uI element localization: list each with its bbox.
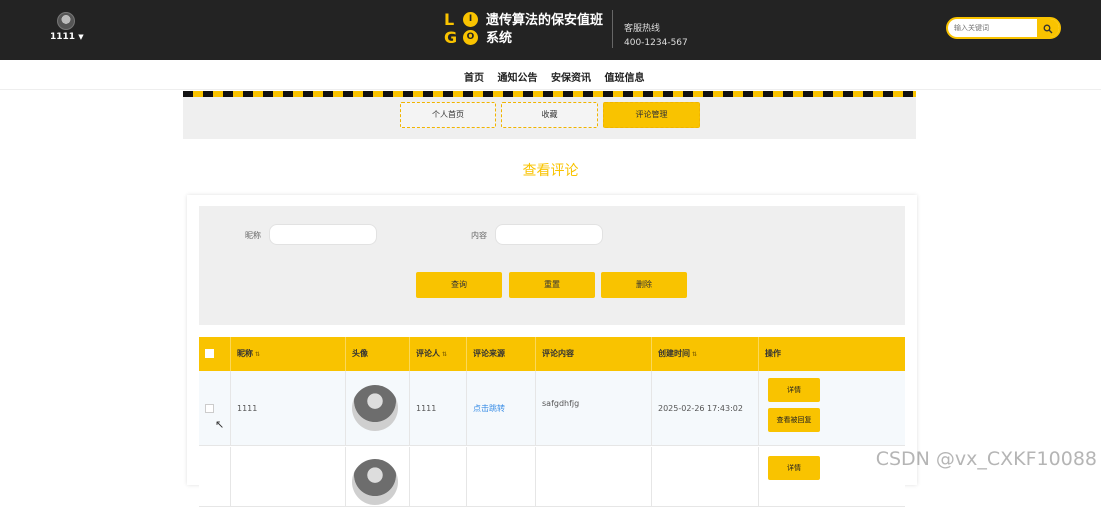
col-commenter[interactable]: 评论人⇅	[410, 337, 467, 371]
row-checkbox[interactable]	[205, 404, 214, 413]
main-nav: 首页 通知公告 安保资讯 值班信息	[0, 60, 1101, 90]
col-nickname-label: 昵称	[237, 349, 253, 358]
nickname-input[interactable]	[269, 224, 377, 245]
cell-content: safgdhfjg	[536, 371, 652, 445]
detail-button[interactable]: 详情	[768, 378, 820, 402]
tab-personal-home[interactable]: 个人首页	[400, 102, 496, 128]
logo-letter-o: O	[463, 30, 478, 45]
row-select-cell	[199, 371, 231, 445]
user-avatar[interactable]	[57, 12, 75, 30]
col-actions-label: 操作	[765, 349, 781, 358]
page-title: 查看评论	[0, 160, 1101, 180]
reset-button[interactable]: 重置	[509, 272, 595, 298]
tab-comment-management[interactable]: 评论管理	[603, 102, 700, 128]
cell-created: 2025-02-26 17:43:02	[652, 371, 759, 445]
col-source: 评论来源	[467, 337, 536, 371]
view-replies-button[interactable]: 查看被回复	[768, 408, 820, 432]
search-icon	[1043, 24, 1053, 34]
nav-duty-info[interactable]: 值班信息	[604, 73, 644, 84]
col-avatar-label: 头像	[352, 349, 368, 358]
col-nickname[interactable]: 昵称⇅	[231, 337, 346, 371]
query-button[interactable]: 查询	[416, 272, 502, 298]
select-all-checkbox[interactable]	[205, 349, 214, 358]
content-label: 内容	[471, 230, 487, 241]
search-box	[946, 17, 1061, 39]
sort-icon[interactable]: ⇅	[442, 351, 447, 358]
hotline-label: 客服热线	[624, 22, 688, 36]
avatar	[352, 385, 398, 431]
table-row: 1111 1111 点击跳转 safgdhfjg 2025-02-26 17:4…	[199, 371, 905, 446]
sort-icon[interactable]: ⇅	[255, 351, 260, 358]
hotline-number: 400-1234-567	[624, 36, 688, 50]
site-name: 遗传算法的保安值班系统	[486, 12, 608, 48]
col-content: 评论内容	[536, 337, 652, 371]
col-commenter-label: 评论人	[416, 349, 440, 358]
cell-commenter	[410, 447, 467, 506]
avatar	[352, 459, 398, 505]
user-center-banner: 个人首页 收藏 评论管理	[183, 91, 916, 139]
cell-nickname	[231, 447, 346, 506]
col-avatar: 头像	[346, 337, 410, 371]
caret-down-icon[interactable]: ▼	[78, 33, 83, 41]
logo-letter-i: I	[463, 12, 478, 27]
cell-avatar	[346, 447, 410, 506]
table-row: 详情	[199, 447, 905, 507]
content-input[interactable]	[495, 224, 603, 245]
watermark: CSDN @vx_CXKF10088	[876, 448, 1097, 470]
tab-favorites[interactable]: 收藏	[501, 102, 598, 128]
logo-letter-l: L	[444, 12, 454, 28]
col-created[interactable]: 创建时间⇅	[652, 337, 759, 371]
filter-area: 昵称 内容 查询 重置 删除	[199, 206, 905, 325]
nav-notices[interactable]: 通知公告	[497, 73, 537, 84]
table-header: 昵称⇅ 头像 评论人⇅ 评论来源 评论内容 创建时间⇅ 操作	[199, 337, 905, 371]
cell-created	[652, 447, 759, 506]
comment-panel: 昵称 内容 查询 重置 删除 昵称⇅ 头像 评论人⇅ 评论来源 评论内容 创建时…	[187, 195, 917, 485]
user-menu[interactable]: 1111 ▼	[50, 12, 82, 42]
cell-avatar	[346, 371, 410, 445]
nav-security-news[interactable]: 安保资讯	[551, 73, 591, 84]
cell-commenter: 1111	[410, 371, 467, 445]
cell-source	[467, 447, 536, 506]
cell-actions: 详情 查看被回复	[759, 371, 905, 445]
search-button[interactable]	[1037, 19, 1059, 37]
select-all-cell	[199, 337, 231, 371]
username: 1111	[50, 32, 75, 42]
cell-content	[536, 447, 652, 506]
detail-button[interactable]: 详情	[768, 456, 820, 480]
logo-letter-g: G	[444, 30, 457, 46]
cell-nickname: 1111	[231, 371, 346, 445]
col-actions: 操作	[759, 337, 905, 371]
site-logo[interactable]: L I G O	[444, 12, 480, 46]
delete-button[interactable]: 删除	[601, 272, 687, 298]
search-input[interactable]	[954, 21, 1038, 35]
col-content-label: 评论内容	[542, 349, 574, 358]
hotline: 客服热线 400-1234-567	[624, 22, 688, 50]
nickname-label: 昵称	[245, 230, 261, 241]
col-created-label: 创建时间	[658, 349, 690, 358]
sort-icon[interactable]: ⇅	[692, 351, 697, 358]
row-select-cell	[199, 447, 231, 506]
col-source-label: 评论来源	[473, 349, 505, 358]
nav-home[interactable]: 首页	[464, 73, 484, 84]
top-header: 1111 ▼ L I G O 遗传算法的保安值班系统 客服热线 400-1234…	[0, 0, 1101, 60]
source-link[interactable]: 点击跳转	[467, 371, 536, 445]
hazard-stripe	[183, 91, 916, 97]
mouse-cursor-icon: ↖	[215, 418, 224, 431]
header-divider	[612, 10, 613, 48]
